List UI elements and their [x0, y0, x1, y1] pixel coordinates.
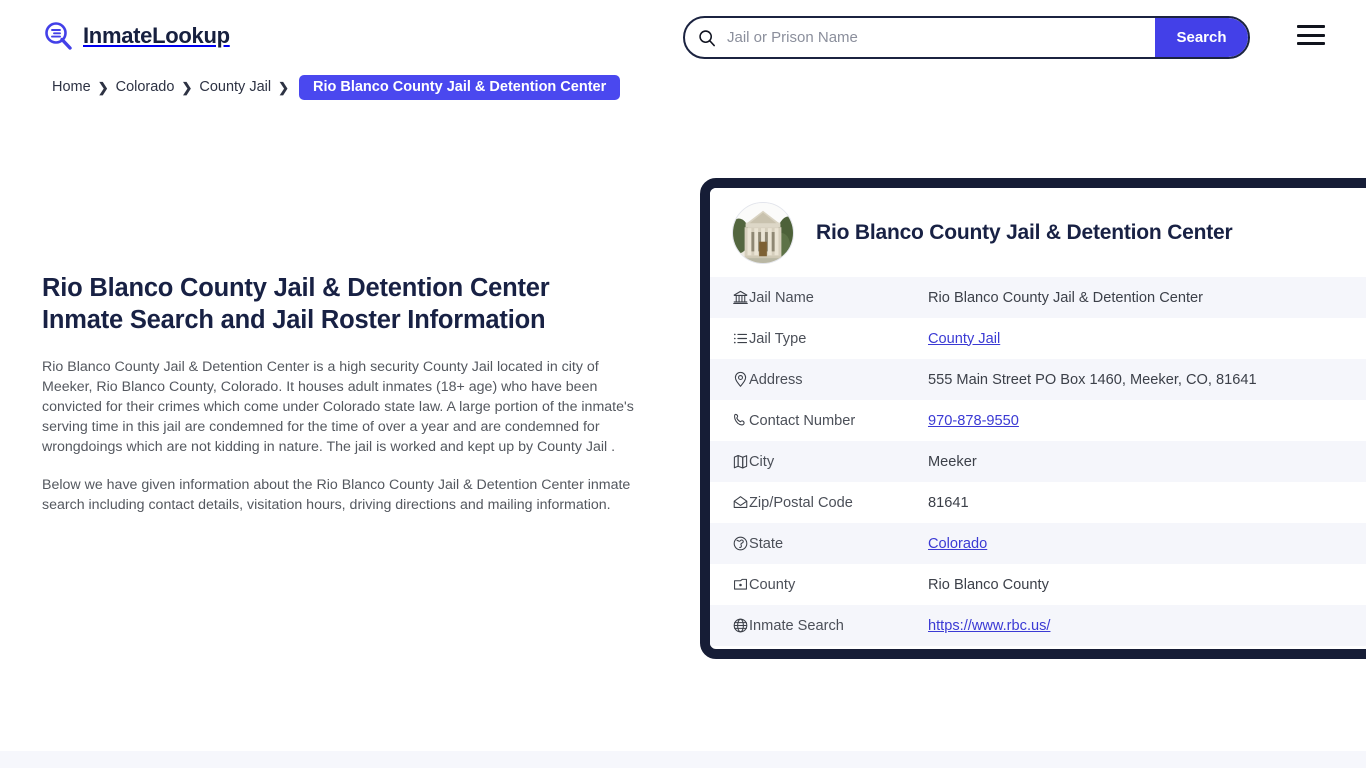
- search-input[interactable]: [716, 18, 1155, 57]
- chevron-right-icon: ❯: [181, 79, 193, 95]
- main-content: Rio Blanco County Jail & Detention Cente…: [42, 272, 634, 515]
- table-row: Contact Number 970-878-9550: [710, 400, 1366, 441]
- courthouse-building-photo: [732, 201, 794, 264]
- search-bar: Search: [683, 16, 1250, 59]
- table-row: Jail Type County Jail: [710, 318, 1366, 359]
- search-button[interactable]: Search: [1155, 18, 1248, 57]
- map-pin-icon: [710, 359, 749, 400]
- page-title: Rio Blanco County Jail & Detention Cente…: [42, 274, 550, 335]
- phone-icon: [710, 400, 749, 441]
- brand-logo[interactable]: InmateLookup: [42, 20, 230, 52]
- envelope-icon: [710, 482, 749, 523]
- row-label: Zip/Postal Code: [749, 494, 853, 511]
- contact-number-link[interactable]: 970-878-9550: [928, 413, 1019, 429]
- chevron-right-icon: ❯: [97, 79, 109, 95]
- row-value: Colorado: [910, 523, 1366, 564]
- row-value: 970-878-9550: [910, 400, 1366, 441]
- breadcrumb-item-home[interactable]: Home: [52, 79, 91, 95]
- row-label: Jail Name: [749, 289, 814, 306]
- table-row: Zip/Postal Code 81641: [710, 482, 1366, 523]
- hamburger-line: [1297, 42, 1325, 45]
- search-list-icon: [42, 20, 74, 52]
- jail-type-link[interactable]: County Jail: [928, 331, 1000, 347]
- map-icon: [710, 441, 749, 482]
- table-row: Jail Name Rio Blanco County Jail & Deten…: [710, 277, 1366, 318]
- map-location-icon: [710, 564, 749, 605]
- table-row: Address 555 Main Street PO Box 1460, Mee…: [710, 359, 1366, 400]
- card-title: Rio Blanco County Jail & Detention Cente…: [816, 220, 1233, 244]
- hamburger-line: [1297, 25, 1325, 28]
- row-value: Rio Blanco County: [928, 576, 1049, 593]
- row-value: https://www.rbc.us/: [910, 605, 1366, 646]
- row-label: State: [749, 535, 784, 552]
- row-label: Inmate Search: [749, 617, 844, 634]
- breadcrumb: Home ❯ Colorado ❯ County Jail ❯ Rio Blan…: [52, 74, 621, 100]
- table-row: County Rio Blanco County: [710, 564, 1366, 605]
- breadcrumb-item-colorado[interactable]: Colorado: [116, 79, 175, 95]
- description-paragraph-2: Below we have given information about th…: [42, 476, 631, 513]
- jail-details-table: Jail Name Rio Blanco County Jail & Deten…: [710, 277, 1366, 646]
- row-value: 555 Main Street PO Box 1460, Meeker, CO,…: [928, 371, 1257, 388]
- jail-info-card: Rio Blanco County Jail & Detention Cente…: [700, 178, 1366, 659]
- row-value: Rio Blanco County Jail & Detention Cente…: [928, 289, 1204, 306]
- breadcrumb-item-current: Rio Blanco County Jail & Detention Cente…: [298, 74, 621, 100]
- description-paragraph-1: Rio Blanco County Jail & Detention Cente…: [42, 358, 634, 456]
- table-row: Inmate Search https://www.rbc.us/: [710, 605, 1366, 646]
- row-value: County Jail: [910, 318, 1366, 359]
- table-row: City Meeker: [710, 441, 1366, 482]
- site-header: InmateLookup Search: [0, 0, 1366, 74]
- card-header: Rio Blanco County Jail & Detention Cente…: [710, 188, 1366, 277]
- row-label: Address: [749, 371, 803, 388]
- row-label: Jail Type: [749, 330, 807, 347]
- table-row: State Colorado: [710, 523, 1366, 564]
- www-globe-icon: [710, 605, 749, 646]
- hamburger-line: [1297, 33, 1325, 37]
- row-label: City: [749, 453, 775, 470]
- chevron-right-icon: ❯: [278, 79, 289, 95]
- list-icon: [710, 318, 749, 359]
- state-link[interactable]: Colorado: [928, 536, 987, 552]
- row-label: Contact Number: [749, 412, 856, 429]
- page-bottom-strip: [0, 751, 1366, 768]
- globe-icon: [710, 523, 749, 564]
- search-icon: [698, 29, 716, 47]
- breadcrumb-item-county-jail[interactable]: County Jail: [199, 79, 271, 95]
- bank-icon: [710, 277, 749, 318]
- inmate-search-link[interactable]: https://www.rbc.us/: [928, 618, 1050, 634]
- brand-name: InmateLookup: [83, 23, 230, 48]
- row-value: 81641: [928, 494, 969, 511]
- row-label: County: [749, 576, 796, 593]
- row-value: Meeker: [928, 453, 977, 470]
- hamburger-menu-icon[interactable]: [1297, 24, 1327, 46]
